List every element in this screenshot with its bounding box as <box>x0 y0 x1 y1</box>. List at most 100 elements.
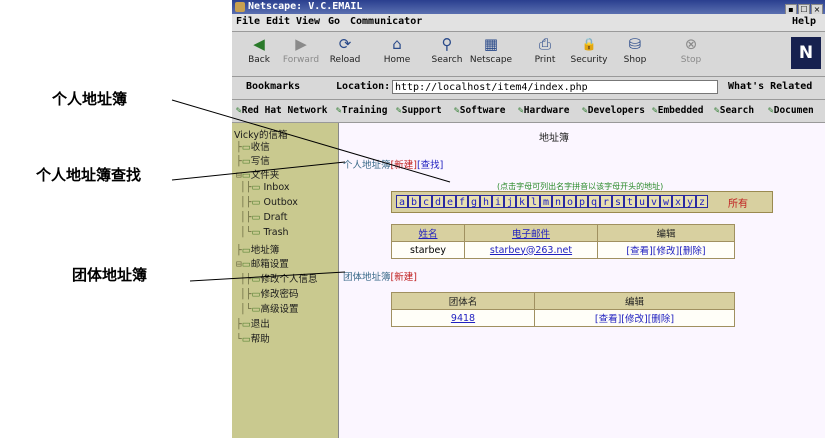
personal-search-link[interactable]: [查找] <box>417 160 443 171</box>
link-support[interactable]: ✎Support <box>396 105 442 116</box>
column-group-name: 团体名 <box>391 292 535 310</box>
netscape-logo[interactable]: N <box>791 37 821 69</box>
letter-n[interactable]: n <box>552 195 564 208</box>
letter-c[interactable]: c <box>420 195 432 208</box>
bookmarks-button[interactable]: Bookmarks <box>246 81 300 92</box>
delete-link[interactable]: [删除] <box>648 314 674 325</box>
letter-z[interactable]: z <box>696 195 708 208</box>
link-red-hat-network[interactable]: ✎Red Hat Network <box>236 105 328 116</box>
tree-item-outbox[interactable]: │├▭ Outbox <box>240 197 298 208</box>
letter-r[interactable]: r <box>600 195 612 208</box>
view-link[interactable]: [查看] <box>626 246 652 257</box>
menu-edit[interactable]: Edit <box>266 16 290 27</box>
link-label: Software <box>459 105 506 116</box>
shop-button[interactable]: ⛁ Shop <box>612 35 658 65</box>
link-hardware[interactable]: ✎Hardware <box>518 105 570 116</box>
tree-item-inbox[interactable]: │├▭ Inbox <box>240 182 289 193</box>
tree-item-receive[interactable]: ├▭收信 <box>236 139 270 153</box>
security-label: Security <box>570 55 608 65</box>
edit-link[interactable]: [修改] <box>621 314 647 325</box>
reload-button[interactable]: ⟳ Reload <box>322 35 368 65</box>
tree-item-change-password[interactable]: │├▭修改密码 <box>240 286 298 300</box>
letter-q[interactable]: q <box>588 195 600 208</box>
tree-item-label: Draft <box>263 212 288 223</box>
letter-k[interactable]: k <box>516 195 528 208</box>
link-label: Developers <box>587 105 645 116</box>
menu-view[interactable]: View <box>296 16 320 27</box>
url-field[interactable]: http://localhost/item4/index.php <box>392 80 718 94</box>
letter-f[interactable]: f <box>456 195 468 208</box>
letter-l[interactable]: l <box>528 195 540 208</box>
whats-related-button[interactable]: What's Related <box>728 81 812 92</box>
letter-u[interactable]: u <box>636 195 648 208</box>
folder-icon: ▭ <box>251 182 261 193</box>
letter-d[interactable]: d <box>432 195 444 208</box>
view-link[interactable]: [查看] <box>595 314 621 325</box>
letter-y[interactable]: y <box>684 195 696 208</box>
print-button[interactable]: ⎙ Print <box>522 35 568 65</box>
netscape-button[interactable]: ▦ Netscape <box>468 35 514 65</box>
personal-add-link[interactable]: [新建] <box>391 160 417 171</box>
letter-e[interactable]: e <box>444 195 456 208</box>
column-edit: 编辑 <box>534 292 735 310</box>
tree-item-advanced-settings[interactable]: │└▭高级设置 <box>240 301 298 315</box>
netscape-label: Netscape <box>469 55 513 65</box>
letter-g[interactable]: g <box>468 195 480 208</box>
letter-x[interactable]: x <box>672 195 684 208</box>
menu-help[interactable]: Help <box>792 16 816 27</box>
letter-w[interactable]: w <box>660 195 672 208</box>
link-search[interactable]: ✎Search <box>714 105 754 116</box>
letter-i[interactable]: i <box>492 195 504 208</box>
column-email-label[interactable]: 电子邮件 <box>512 229 550 240</box>
letter-s[interactable]: s <box>612 195 624 208</box>
letter-p[interactable]: p <box>576 195 588 208</box>
letter-h[interactable]: h <box>480 195 492 208</box>
tree-item-logout[interactable]: ├▭退出 <box>236 316 270 330</box>
menu-communicator[interactable]: Communicator <box>350 16 422 27</box>
home-button[interactable]: ⌂ Home <box>374 35 420 65</box>
letter-t[interactable]: t <box>624 195 636 208</box>
link-label: Hardware <box>523 105 570 116</box>
contact-email: starbey@263.net <box>464 241 598 259</box>
table-header-row: 姓名 电子邮件 编辑 <box>391 224 735 242</box>
group-name-link[interactable]: 9418 <box>451 313 475 324</box>
link-developers[interactable]: ✎Developers <box>582 105 645 116</box>
location-bar: Bookmarks Location: http://localhost/ite… <box>232 77 825 100</box>
tree-item-help[interactable]: └▭帮助 <box>236 331 270 345</box>
all-letters-link[interactable]: 所有 <box>728 195 748 210</box>
link-embedded[interactable]: ✎Embedded <box>652 105 704 116</box>
link-software[interactable]: ✎Software <box>454 105 506 116</box>
letter-b[interactable]: b <box>408 195 420 208</box>
back-button[interactable]: ◀ Back <box>236 35 282 65</box>
tree-item-edit-profile[interactable]: │├▭修改个人信息 <box>240 271 317 285</box>
menu-go[interactable]: Go <box>328 16 340 27</box>
letter-o[interactable]: o <box>564 195 576 208</box>
stop-button[interactable]: ⊗ Stop <box>668 35 714 65</box>
letter-m[interactable]: m <box>540 195 552 208</box>
letter-v[interactable]: v <box>648 195 660 208</box>
menu-file[interactable]: File <box>236 16 260 27</box>
contact-email-link[interactable]: starbey@263.net <box>490 245 572 256</box>
tree-item-draft[interactable]: │├▭ Draft <box>240 212 287 223</box>
letter-j[interactable]: j <box>504 195 516 208</box>
tree-item-trash[interactable]: │└▭ Trash <box>240 227 289 238</box>
letter-a[interactable]: a <box>396 195 408 208</box>
column-name-label[interactable]: 姓名 <box>418 229 437 240</box>
tree-item-address-book[interactable]: ├▭地址簿 <box>236 242 279 256</box>
tree-item-folders[interactable]: ⊟▭文件夹 <box>236 167 279 181</box>
edit-link[interactable]: [修改] <box>653 246 679 257</box>
address-book-panel: 地址簿 个人地址簿[新建][查找] (点击字母可列出名字拼音以该字母开头的地址)… <box>339 123 825 438</box>
forward-button[interactable]: ▶ Forward <box>278 35 324 65</box>
tree-item-label: 写信 <box>250 156 270 167</box>
security-lock-icon: 🔒 <box>581 37 597 51</box>
tree-item-compose[interactable]: ├▭写信 <box>236 153 270 167</box>
back-label: Back <box>248 55 270 65</box>
search-button[interactable]: ⚲ Search <box>424 35 470 65</box>
group-add-link[interactable]: [新建] <box>391 272 417 283</box>
link-training[interactable]: ✎Training <box>336 105 388 116</box>
security-button[interactable]: 🔒 Security <box>566 35 612 65</box>
tree-item-mailbox-settings[interactable]: ⊟▭邮箱设置 <box>236 256 289 270</box>
delete-link[interactable]: [删除] <box>679 246 705 257</box>
mailbox-tree: Vicky的信箱 ├▭收信 ├▭写信 ⊟▭文件夹 │├▭ Inbox │├▭ O… <box>232 123 339 438</box>
link-documentation[interactable]: ✎Documen <box>768 105 814 116</box>
